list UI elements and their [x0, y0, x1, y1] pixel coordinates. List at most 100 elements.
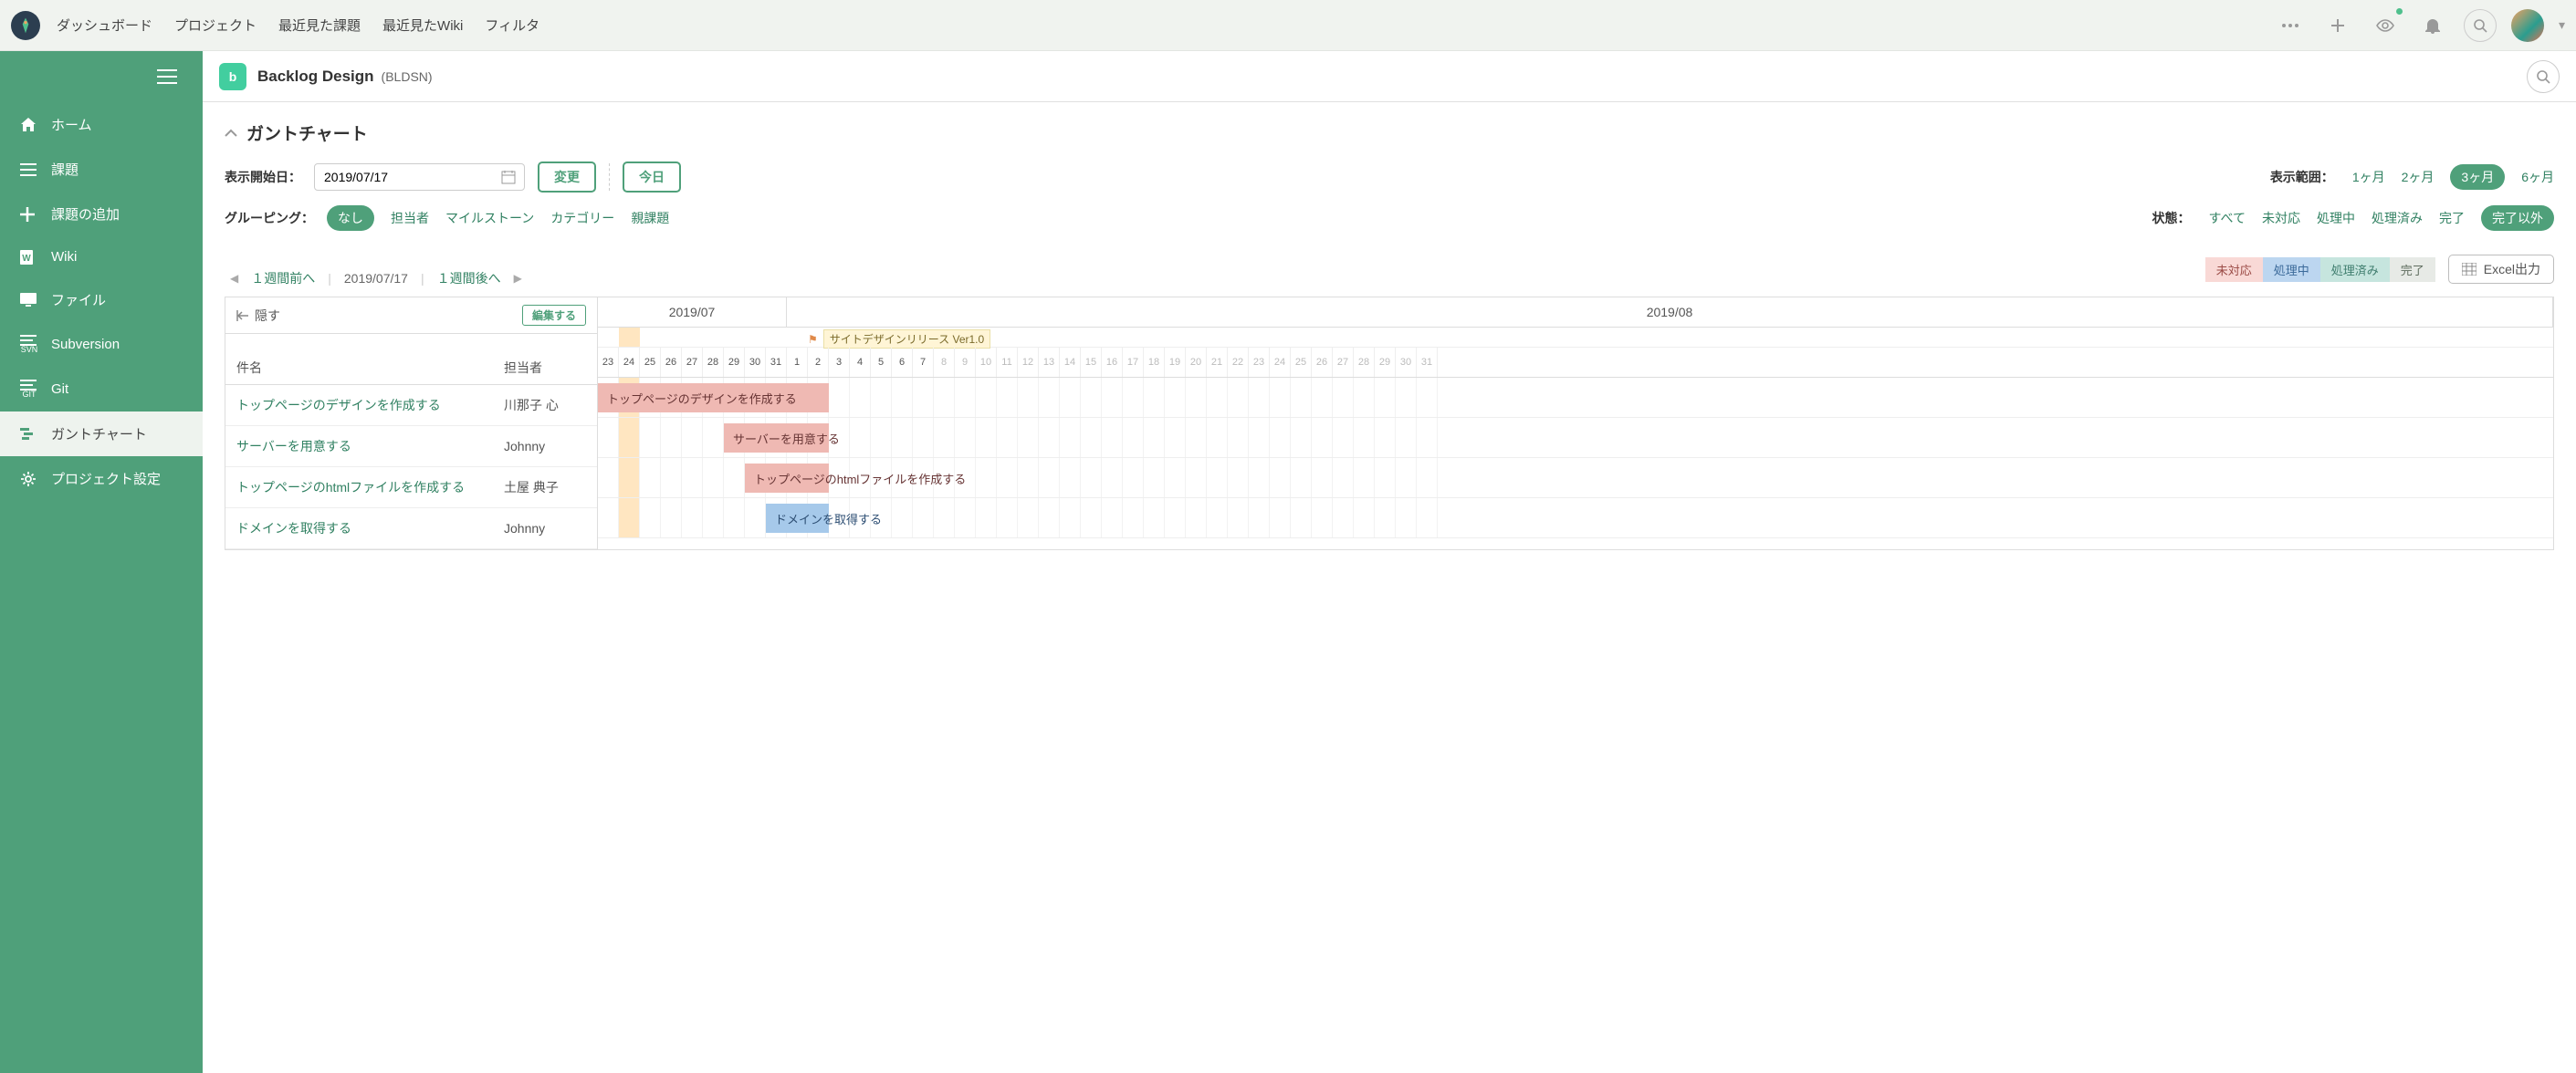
sidebar-item-add-issue[interactable]: 課題の追加 [0, 192, 203, 236]
day-cell: 14 [1060, 348, 1081, 377]
status-notclosed[interactable]: 完了以外 [2481, 205, 2554, 231]
status-progress[interactable]: 処理中 [2317, 209, 2355, 227]
app-logo[interactable] [11, 11, 40, 40]
nav-recent-wiki[interactable]: 最近見たWiki [382, 16, 463, 35]
divider: | [328, 271, 331, 286]
sidebar-item-gantt[interactable]: ガントチャート [0, 411, 203, 456]
status-resolved[interactable]: 処理済み [2372, 209, 2423, 227]
issue-link[interactable]: トップページのhtmlファイルを作成する [236, 478, 504, 496]
group-none[interactable]: なし [327, 205, 374, 231]
table-row: ドメインを取得する Johnny [225, 508, 597, 549]
range-3m[interactable]: 3ヶ月 [2450, 164, 2505, 190]
sidebar-item-svn[interactable]: SVN Subversion [0, 322, 203, 367]
today-button[interactable]: 今日 [623, 161, 681, 193]
assignee: 土屋 典子 [504, 478, 586, 496]
month-aug: 2019/08 [787, 297, 2553, 327]
day-cell: 7 [913, 348, 934, 377]
start-date-label: 表示開始日： [225, 168, 301, 186]
range-2m[interactable]: 2ヶ月 [2402, 168, 2435, 186]
hide-columns-link[interactable]: 隠す [236, 307, 280, 325]
change-button[interactable]: 変更 [538, 161, 596, 193]
day-cell: 13 [1039, 348, 1060, 377]
more-icon[interactable] [2274, 9, 2307, 42]
sidebar-item-git[interactable]: GIT Git [0, 367, 203, 411]
content: ガントチャート 表示開始日： 変更 今日 表示範囲： 1ヶ月 2ヶ月 3ヶ月 [203, 102, 2576, 1073]
day-cell: 18 [1144, 348, 1165, 377]
excel-export-button[interactable]: Excel出力 [2448, 255, 2554, 284]
gantt-bar[interactable]: ドメインを取得する [766, 504, 829, 533]
nav-projects[interactable]: プロジェクト [174, 16, 257, 35]
issue-link[interactable]: サーバーを用意する [236, 437, 504, 455]
status-closed[interactable]: 完了 [2439, 209, 2465, 227]
next-arrow-icon[interactable]: ▶ [514, 272, 522, 285]
home-icon [20, 117, 38, 133]
top-nav-links: ダッシュボード プロジェクト 最近見た課題 最近見たWiki フィルタ [57, 16, 539, 35]
day-cell: 24 [1270, 348, 1291, 377]
chevron-up-icon[interactable] [225, 129, 237, 138]
sidebar-item-files[interactable]: ファイル [0, 277, 203, 322]
collapse-icon [236, 310, 249, 321]
gantt-timeline[interactable]: 2019/07 2019/08 ⚑ サイトデザインリリース Ver1.0 232… [598, 297, 2553, 549]
day-cell: 27 [1333, 348, 1354, 377]
sidebar-label: 課題の追加 [51, 204, 120, 224]
day-cell: 8 [934, 348, 955, 377]
edit-button[interactable]: 編集する [522, 305, 586, 326]
status-open[interactable]: 未対応 [2262, 209, 2300, 227]
day-cell: 19 [1165, 348, 1186, 377]
issue-link[interactable]: トップページのデザインを作成する [236, 396, 504, 414]
milestone-label: サイトデザインリリース Ver1.0 [823, 329, 990, 349]
table-row: トップページのデザインを作成する 川那子 心 [225, 385, 597, 426]
sidebar-item-home[interactable]: ホーム [0, 102, 203, 147]
sidebar-item-settings[interactable]: プロジェクト設定 [0, 456, 203, 501]
nav-current-date: 2019/07/17 [344, 271, 408, 286]
grouping-options: なし 担当者 マイルストーン カテゴリー 親課題 [327, 205, 669, 231]
project-search-icon[interactable] [2527, 60, 2560, 93]
nav-filter[interactable]: フィルタ [485, 16, 539, 35]
day-cell: 30 [1396, 348, 1417, 377]
legend-open: 未対応 [2205, 257, 2263, 282]
sidebar-label: プロジェクト設定 [51, 469, 161, 488]
col-subject: 件名 [236, 359, 504, 377]
sidebar-item-wiki[interactable]: W Wiki [0, 236, 203, 277]
gantt-nav-row: ◀ １週間前へ | 2019/07/17 | １週間後へ ▶ 未対応 処理中 処… [225, 251, 2554, 287]
plus-icon[interactable] [2321, 9, 2354, 42]
search-icon[interactable] [2464, 9, 2497, 42]
day-cell: 28 [703, 348, 724, 377]
start-date-row: 表示開始日： 変更 今日 表示範囲： 1ヶ月 2ヶ月 3ヶ月 6ヶ月 [225, 161, 2554, 193]
range-6m[interactable]: 6ヶ月 [2521, 168, 2554, 186]
prev-arrow-icon[interactable]: ◀ [230, 272, 238, 285]
sidebar-item-issues[interactable]: 課題 [0, 147, 203, 192]
group-parent[interactable]: 親課題 [631, 209, 669, 227]
avatar-dropdown-icon[interactable]: ▾ [2559, 17, 2565, 33]
day-cell: 23 [598, 348, 619, 377]
excel-label: Excel出力 [2484, 260, 2540, 278]
flag-icon: ⚑ [808, 333, 818, 346]
day-cell: 17 [1123, 348, 1144, 377]
watch-icon[interactable] [2369, 9, 2402, 42]
table-row: トップページのhtmlファイルを作成する 土屋 典子 [225, 467, 597, 508]
sidebar-label: ファイル [51, 290, 106, 309]
status-all[interactable]: すべて [2209, 209, 2246, 227]
gantt-bar[interactable]: トップページのデザインを作成する [598, 383, 829, 412]
next-week-link[interactable]: １週間後へ [437, 269, 501, 287]
day-cell: 21 [1207, 348, 1228, 377]
group-milestone[interactable]: マイルストーン [445, 209, 534, 227]
group-category[interactable]: カテゴリー [550, 209, 614, 227]
avatar[interactable] [2511, 9, 2544, 42]
gantt-bar[interactable]: トップページのhtmlファイルを作成する [745, 464, 829, 493]
sidebar-toggle[interactable] [0, 51, 203, 102]
excel-icon [2462, 263, 2477, 276]
start-date-input[interactable] [314, 163, 525, 191]
bell-icon[interactable] [2416, 9, 2449, 42]
group-assignee[interactable]: 担当者 [391, 209, 429, 227]
issue-link[interactable]: ドメインを取得する [236, 519, 504, 537]
prev-week-link[interactable]: １週間前へ [251, 269, 315, 287]
milestone-marker[interactable]: ⚑ サイトデザインリリース Ver1.0 [808, 329, 990, 349]
gantt-bar[interactable]: サーバーを用意する [724, 423, 829, 453]
nav-recent-issues[interactable]: 最近見た課題 [278, 16, 361, 35]
sidebar-label: Subversion [51, 337, 120, 352]
project-name: Backlog Design [257, 68, 374, 86]
top-nav-right: ▾ [2274, 9, 2565, 42]
nav-dashboard[interactable]: ダッシュボード [57, 16, 152, 35]
range-1m[interactable]: 1ヶ月 [2352, 168, 2385, 186]
